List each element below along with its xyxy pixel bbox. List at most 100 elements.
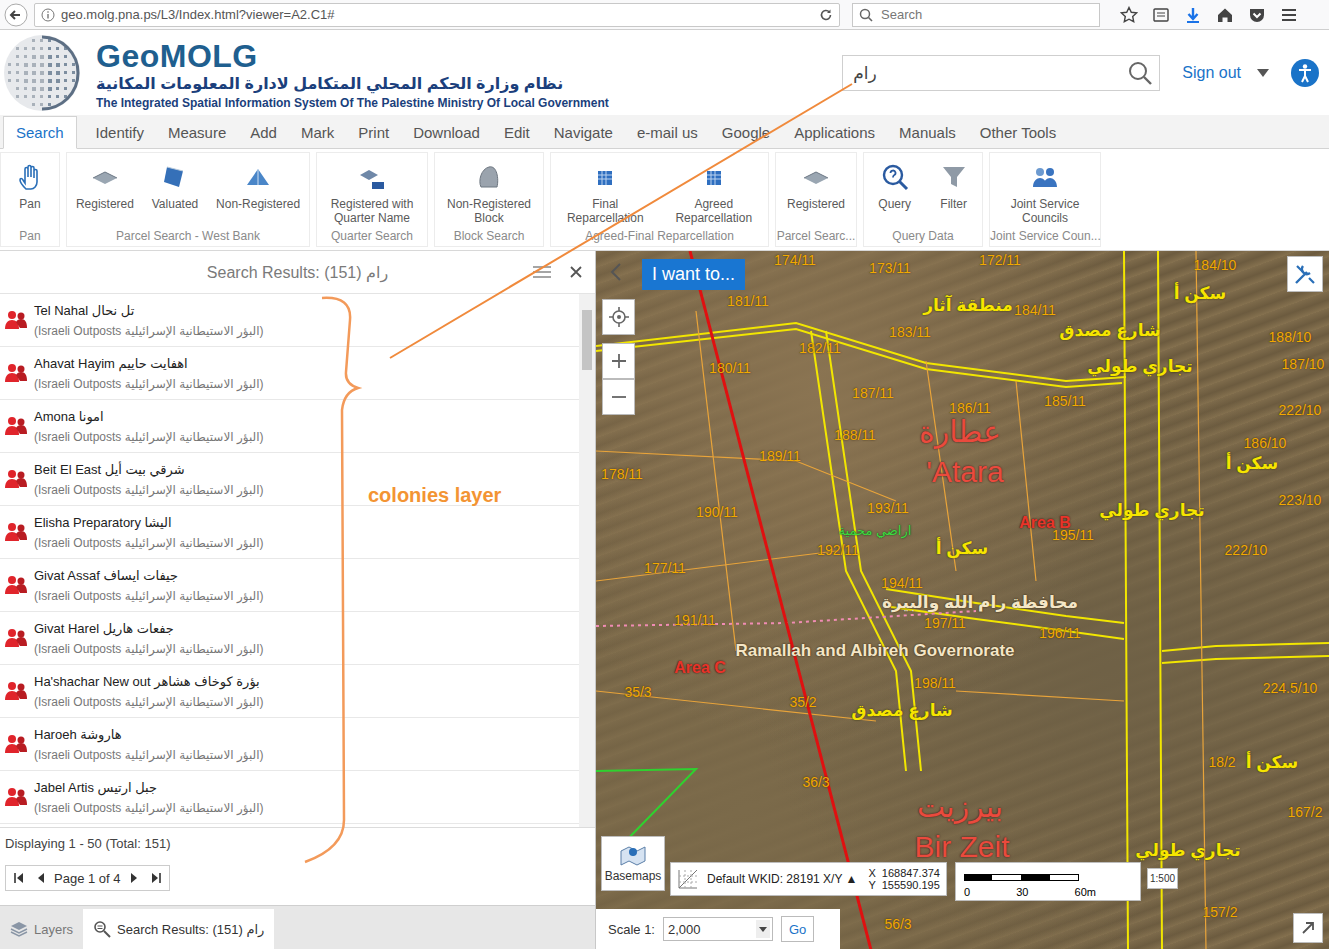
ribbon-button[interactable]: Registered with Quarter Name (319, 163, 425, 225)
download-icon[interactable] (1184, 6, 1202, 24)
caret-icon[interactable] (1257, 69, 1269, 77)
menu-icon[interactable] (1280, 6, 1298, 24)
ribbon-button[interactable]: Registered (76, 163, 134, 211)
menu-tab[interactable]: Print (349, 116, 398, 148)
star-icon[interactable] (1120, 6, 1138, 24)
ribbon-button-label[interactable]: Registered with Quarter Name (319, 197, 425, 225)
browser-search-input[interactable] (879, 6, 1093, 23)
ribbon-button[interactable]: Valuated (152, 163, 198, 211)
url-text[interactable]: geo.molg.pna.ps/L3/Index.html?viewer=A2.… (61, 7, 335, 22)
panel-tab[interactable]: Layers (0, 909, 83, 949)
menu-tab[interactable]: Google (713, 116, 779, 148)
address-bar[interactable]: geo.molg.pna.ps/L3/Index.html?viewer=A2.… (34, 3, 840, 27)
scrollbar-thumb[interactable] (582, 310, 592, 370)
result-name[interactable]: Amona امونا (34, 409, 264, 424)
i-want-to-button[interactable]: I want to... (642, 259, 745, 290)
menu-tab[interactable]: e-mail us (628, 116, 707, 148)
map-view[interactable]: 174/11173/11172/11184/10181/11منطقة آثار… (596, 251, 1329, 949)
scale-select[interactable]: 2,000 (663, 917, 773, 941)
ribbon-button[interactable]: Agreed Reparcellation (664, 163, 764, 225)
ribbon-button-label[interactable]: Joint Service Councils (992, 197, 1098, 225)
panel-tab-label[interactable]: Layers (34, 922, 73, 937)
next-page[interactable] (125, 868, 143, 888)
menu-tab[interactable]: Navigate (545, 116, 622, 148)
collapse-icon[interactable] (610, 263, 622, 281)
browser-search[interactable] (852, 3, 1100, 27)
ribbon-button[interactable]: Final Reparcellation (555, 163, 655, 225)
menu-tab[interactable]: Other Tools (971, 116, 1065, 148)
map-search[interactable] (842, 55, 1160, 91)
result-name[interactable]: Elisha Preparatory اليشا (34, 515, 264, 530)
ribbon-button-label[interactable]: Non-Registered (216, 197, 300, 211)
panel-tab[interactable]: Search Results: (151) رام (83, 909, 274, 949)
menu-tab[interactable]: Edit (495, 116, 539, 148)
result-row[interactable]: Ahavat Hayim اهفايت حاييم(Israeli Outpos… (0, 347, 579, 400)
menu-tab[interactable]: Mark (292, 116, 343, 148)
ribbon-button-label[interactable]: Non-Registered Block (437, 197, 541, 225)
result-row[interactable]: Givat Assaf جيفات ايساف(Israeli Outposts… (0, 559, 579, 612)
scale-value[interactable]: 2,000 (668, 922, 701, 937)
back-icon[interactable] (4, 3, 28, 27)
go-button[interactable]: Go (781, 916, 814, 942)
ribbon-button[interactable]: Query (878, 163, 911, 211)
ribbon-button[interactable]: Non-Registered Block (437, 163, 541, 225)
menu-tab[interactable]: Measure (159, 116, 235, 148)
wkid-selector[interactable]: Default WKID: 28191 X/Y ▲ (707, 872, 857, 886)
result-name[interactable]: Jabel Artis جبل ارتيس (34, 780, 264, 795)
accessibility-icon[interactable] (1291, 59, 1319, 87)
menu-tab[interactable]: Identify (87, 116, 153, 148)
ribbon-button[interactable]: Registered (787, 163, 845, 211)
ribbon-button-label[interactable]: Pan (19, 197, 40, 211)
scrollbar[interactable] (579, 294, 595, 827)
close-icon[interactable] (570, 266, 582, 278)
result-row[interactable]: Elisha Preparatory اليشا(Israeli Outpost… (0, 506, 579, 559)
ribbon-button-label[interactable]: Valuated (152, 197, 198, 211)
pocket-icon[interactable] (1248, 6, 1266, 24)
menu-tab[interactable]: Download (404, 116, 489, 148)
last-page[interactable] (147, 868, 165, 888)
result-row[interactable]: Ha'shachar New out بؤرة كوخاف هشاهر(Isra… (0, 665, 579, 718)
result-name[interactable]: Ha'shachar New out بؤرة كوخاف هشاهر (34, 674, 264, 689)
scale-toggle[interactable]: 1:500 (1147, 868, 1178, 889)
map-tools-button[interactable] (1287, 256, 1323, 292)
ribbon-button[interactable]: Filter (940, 163, 968, 211)
basemaps-label[interactable]: Basemaps (605, 869, 662, 883)
ribbon-button[interactable]: Pan (16, 163, 44, 211)
menu-tab[interactable]: Manuals (890, 116, 965, 148)
result-row[interactable]: Jabel Artis جبل ارتيس(Israeli Outposts ا… (0, 771, 579, 824)
menu-tab[interactable]: Search (3, 116, 77, 149)
result-row[interactable]: Tel Nahal تل نحال(Israeli Outposts البؤر… (0, 294, 579, 347)
basemaps-button[interactable]: Basemaps (601, 836, 665, 891)
ribbon-button-label[interactable]: Query (878, 197, 911, 211)
reading-list-icon[interactable] (1152, 6, 1170, 24)
ribbon-button-label[interactable]: Filter (940, 197, 967, 211)
result-name[interactable]: Tel Nahal تل نحال (34, 303, 264, 318)
ribbon-button-label[interactable]: Registered (787, 197, 845, 211)
menu-tab[interactable]: Applications (785, 116, 884, 148)
list-menu-icon[interactable] (533, 265, 551, 279)
ribbon-button-label[interactable]: Registered (76, 197, 134, 211)
result-name[interactable]: Ahavat Hayim اهفايت حاييم (34, 356, 264, 371)
result-row[interactable]: Haroeh هاروشة(Israeli Outposts البؤر الا… (0, 718, 579, 771)
result-row[interactable]: Givat Harel جفعات هاريل(Israeli Outposts… (0, 612, 579, 665)
home-icon[interactable] (1216, 6, 1234, 24)
ribbon-button-label[interactable]: Agreed Reparcellation (664, 197, 764, 225)
reload-icon[interactable] (819, 8, 833, 22)
previous-page[interactable] (32, 868, 50, 888)
map-control-button[interactable] (602, 299, 635, 335)
ribbon-button-label[interactable]: Final Reparcellation (555, 197, 655, 225)
result-name[interactable]: Givat Assaf جيفات ايساف (34, 568, 264, 583)
first-page[interactable] (10, 868, 28, 888)
result-name[interactable]: Givat Harel جفعات هاريل (34, 621, 264, 636)
panel-tab-label[interactable]: Search Results: (151) رام (117, 922, 264, 937)
map-search-input[interactable] (851, 62, 1127, 84)
result-row[interactable]: Amona امونا(Israeli Outposts البؤر الاست… (0, 400, 579, 453)
map-control-button[interactable] (602, 379, 635, 415)
result-name[interactable]: Beit El East شرقي بيت أيل (34, 462, 264, 477)
search-icon[interactable] (1127, 60, 1153, 86)
map-control-button[interactable] (602, 343, 635, 379)
expand-button[interactable] (1293, 913, 1323, 943)
ribbon-button[interactable]: Joint Service Councils (992, 163, 1098, 225)
result-name[interactable]: Haroeh هاروشة (34, 727, 264, 742)
menu-tab[interactable]: Add (241, 116, 286, 148)
